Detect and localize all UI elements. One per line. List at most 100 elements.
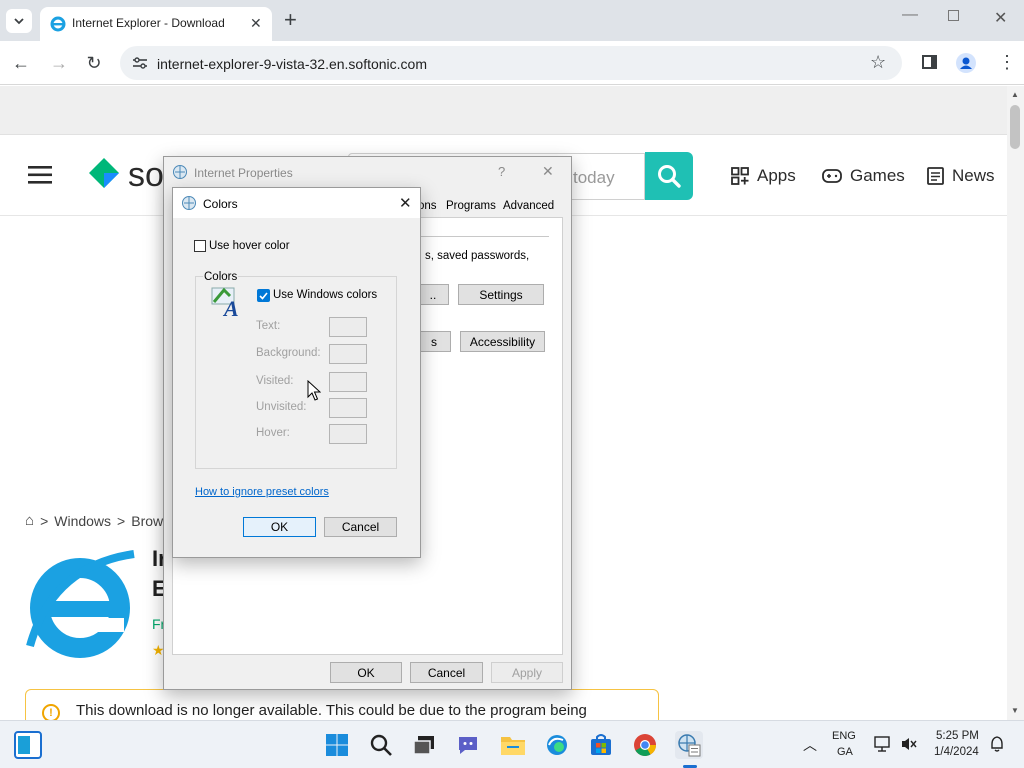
breadcrumb-browsers[interactable]: Brow [131, 513, 163, 529]
nav-news[interactable]: News [927, 166, 995, 186]
use-hover-color-label: Use hover color [209, 240, 290, 252]
notice-text: This download is no longer available. Th… [76, 702, 587, 719]
use-windows-colors-label: Use Windows colors [273, 289, 378, 301]
hover-color-button[interactable] [329, 424, 367, 444]
ip-close-button[interactable]: ✕ [542, 163, 554, 180]
nav-games[interactable]: Games [822, 166, 905, 186]
scroll-thumb[interactable] [1010, 105, 1020, 149]
url-text: internet-explorer-9-vista-32.en.softonic… [157, 56, 428, 72]
restore-icon[interactable] [948, 10, 959, 21]
notification-bell-icon[interactable] [989, 736, 1005, 753]
window-close-icon[interactable]: ✕ [994, 8, 1007, 28]
scroll-up-arrow-icon[interactable]: ▲ [1011, 90, 1019, 99]
side-panel-icon[interactable] [922, 55, 937, 69]
taskbar-search-icon[interactable] [367, 731, 395, 759]
ip-partial-button-2[interactable]: s [417, 331, 451, 352]
keyboard-layout-indicator[interactable]: GA [837, 746, 853, 758]
background-color-label: Background: [256, 347, 321, 359]
ip-divider [421, 236, 549, 237]
internet-properties-titlebar: Internet Properties ? ✕ [164, 157, 571, 187]
unavailable-notice: ! This download is no longer available. … [25, 689, 659, 720]
site-search-button[interactable] [645, 152, 693, 200]
softonic-logo-icon[interactable] [86, 156, 122, 196]
taskbar: ︿ ENG GA 5:25 PM 1/4/2024 [0, 720, 1024, 768]
internet-options-icon [173, 165, 187, 179]
tab-advanced[interactable]: Advanced [503, 200, 554, 212]
internet-explorer-logo [26, 550, 135, 658]
microsoft-store-icon[interactable] [587, 731, 615, 759]
unvisited-color-button[interactable] [329, 398, 367, 418]
widgets-icon[interactable] [14, 731, 42, 759]
ignore-preset-colors-link[interactable]: How to ignore preset colors [195, 486, 329, 498]
tab-close-icon[interactable]: ✕ [250, 15, 262, 32]
start-windows-icon[interactable] [323, 731, 351, 759]
minimize-icon[interactable]: — [902, 6, 918, 24]
clock-time[interactable]: 5:25 PM [936, 730, 979, 742]
text-color-button[interactable] [329, 317, 367, 337]
file-explorer-icon[interactable] [499, 731, 527, 759]
colors-titlebar: Colors ✕ [173, 188, 420, 218]
colors-close-button[interactable]: ✕ [399, 194, 412, 212]
clock-date[interactable]: 1/4/2024 [934, 746, 979, 758]
tab-search-button[interactable] [6, 9, 32, 33]
new-tab-button[interactable]: + [284, 7, 297, 33]
text-color-label: Text: [256, 320, 281, 332]
help-button[interactable]: ? [498, 164, 505, 179]
color-palette-icon: A [211, 287, 239, 318]
apps-grid-icon [731, 167, 749, 185]
reload-icon[interactable]: ↻ [83, 52, 105, 74]
ip-apply-button[interactable]: Apply [491, 662, 563, 683]
nav-apps[interactable]: Apps [731, 166, 796, 186]
browser-tab[interactable]: Internet Explorer - Download ✕ [40, 7, 272, 41]
ip-settings-button[interactable]: Settings [458, 284, 544, 305]
news-icon [927, 167, 944, 185]
svg-text:A: A [222, 296, 239, 318]
unvisited-color-label: Unvisited: [256, 401, 307, 413]
menu-kebab-icon[interactable]: ⋮ [998, 52, 1016, 73]
colors-group-label: Colors [203, 271, 239, 283]
tab-strip: Internet Explorer - Download ✕ + — ✕ [0, 0, 1024, 41]
hamburger-menu-icon[interactable] [28, 166, 52, 184]
volume-muted-icon[interactable] [900, 736, 918, 752]
teams-chat-icon[interactable] [454, 731, 482, 759]
ip-history-text: s, saved passwords, [425, 250, 530, 262]
internet-options-taskbar-icon[interactable] [675, 731, 703, 759]
ip-ok-button[interactable]: OK [330, 662, 402, 683]
task-view-icon[interactable] [410, 731, 438, 759]
profile-avatar-icon[interactable] [956, 53, 976, 73]
language-indicator[interactable]: ENG [832, 730, 856, 742]
use-hover-color-checkbox[interactable] [194, 240, 206, 252]
ip-cancel-button[interactable]: Cancel [410, 662, 483, 683]
bookmark-star-icon[interactable]: ☆ [870, 52, 886, 73]
edge-browser-icon[interactable] [543, 731, 571, 759]
background-color-button[interactable] [329, 344, 367, 364]
colors-ok-button[interactable]: OK [243, 517, 316, 537]
site-info-icon [133, 57, 147, 69]
colors-cancel-button[interactable]: Cancel [324, 517, 397, 537]
network-icon[interactable] [874, 736, 892, 752]
show-hidden-icons-chevron-icon[interactable]: ︿ [803, 735, 817, 755]
page-scrollbar[interactable]: ▲ ▼ [1007, 86, 1024, 720]
breadcrumb: ⌂ > Windows > Brow [25, 512, 164, 529]
ad-banner [0, 86, 1007, 135]
chevron-down-icon [14, 18, 24, 25]
address-bar[interactable]: internet-explorer-9-vista-32.en.softonic… [120, 46, 902, 80]
tab-programs[interactable]: Programs [446, 200, 496, 212]
visited-color-label: Visited: [256, 375, 294, 387]
visited-color-button[interactable] [329, 372, 367, 392]
ie-favicon-icon [50, 16, 66, 32]
back-icon[interactable]: ← [10, 52, 32, 74]
ip-partial-button-1[interactable]: .. [417, 284, 449, 305]
forward-icon[interactable]: → [48, 52, 70, 74]
warning-icon: ! [42, 704, 60, 720]
search-icon [658, 165, 681, 188]
breadcrumb-windows[interactable]: Windows [54, 513, 111, 529]
hover-color-label: Hover: [256, 427, 290, 439]
tab-title: Internet Explorer - Download [72, 16, 225, 30]
ip-accessibility-button[interactable]: Accessibility [460, 331, 545, 352]
internet-options-icon [182, 196, 196, 210]
home-icon[interactable]: ⌂ [25, 512, 34, 529]
scroll-down-arrow-icon[interactable]: ▼ [1011, 706, 1019, 715]
chrome-icon[interactable] [631, 731, 659, 759]
use-windows-colors-checkbox[interactable] [257, 289, 270, 302]
